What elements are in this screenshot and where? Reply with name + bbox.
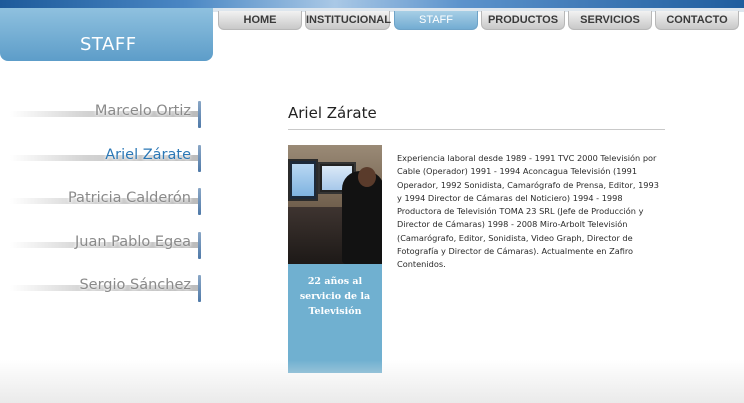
nav-contacto[interactable]: CONTACTO [655, 11, 739, 30]
photo-monitor [288, 159, 318, 201]
nav-home[interactable]: HOME [218, 11, 302, 30]
sidebar-item-sergio-sanchez[interactable]: Sergio Sánchez [10, 272, 205, 316]
section-title-tab: STAFF [0, 8, 213, 61]
nav-institucional[interactable]: INSTITUCIONAL [305, 11, 391, 30]
nav-productos[interactable]: PRODUCTOS [481, 11, 565, 30]
nav-staff[interactable]: STAFF [394, 11, 478, 30]
sidebar-item-juan-pablo-egea[interactable]: Juan Pablo Egea [10, 229, 205, 273]
bottom-fade [0, 360, 744, 403]
profile-photo [288, 145, 382, 264]
sidebar-item-marker [198, 231, 201, 259]
sidebar-item-marcelo-ortiz[interactable]: Marcelo Ortiz [10, 98, 205, 142]
photo-person-head [358, 167, 376, 187]
sidebar-item-marker [198, 144, 201, 172]
profile-photo-caption: 22 años al servicio de la Televisión [288, 264, 382, 373]
nav-servicios[interactable]: SERVICIOS [568, 11, 652, 30]
sidebar-item-marker [198, 275, 201, 302]
sidebar-item-label[interactable]: Sergio Sánchez [79, 277, 191, 293]
sidebar-item-marker [198, 101, 201, 128]
sidebar-item-label[interactable]: Marcelo Ortiz [95, 103, 191, 119]
sidebar-item-patricia-calderon[interactable]: Patricia Calderón [10, 185, 205, 229]
profile-divider [288, 129, 665, 130]
profile-bio: Experiencia laboral desde 1989 - 1991 TV… [397, 153, 659, 270]
sidebar-item-ariel-zarate[interactable]: Ariel Zárate [10, 142, 205, 186]
sidebar-item-marker [198, 188, 201, 215]
section-title: STAFF [80, 34, 137, 55]
profile-name: Ariel Zárate [288, 104, 377, 122]
staff-sidebar: Marcelo Ortiz Ariel Zárate Patricia Cald… [10, 98, 205, 316]
sidebar-item-label[interactable]: Patricia Calderón [68, 190, 191, 206]
caption-text: 22 años al servicio de la Televisión [299, 276, 371, 317]
sidebar-item-label[interactable]: Ariel Zárate [105, 147, 191, 163]
sidebar-item-label[interactable]: Juan Pablo Egea [75, 234, 191, 250]
